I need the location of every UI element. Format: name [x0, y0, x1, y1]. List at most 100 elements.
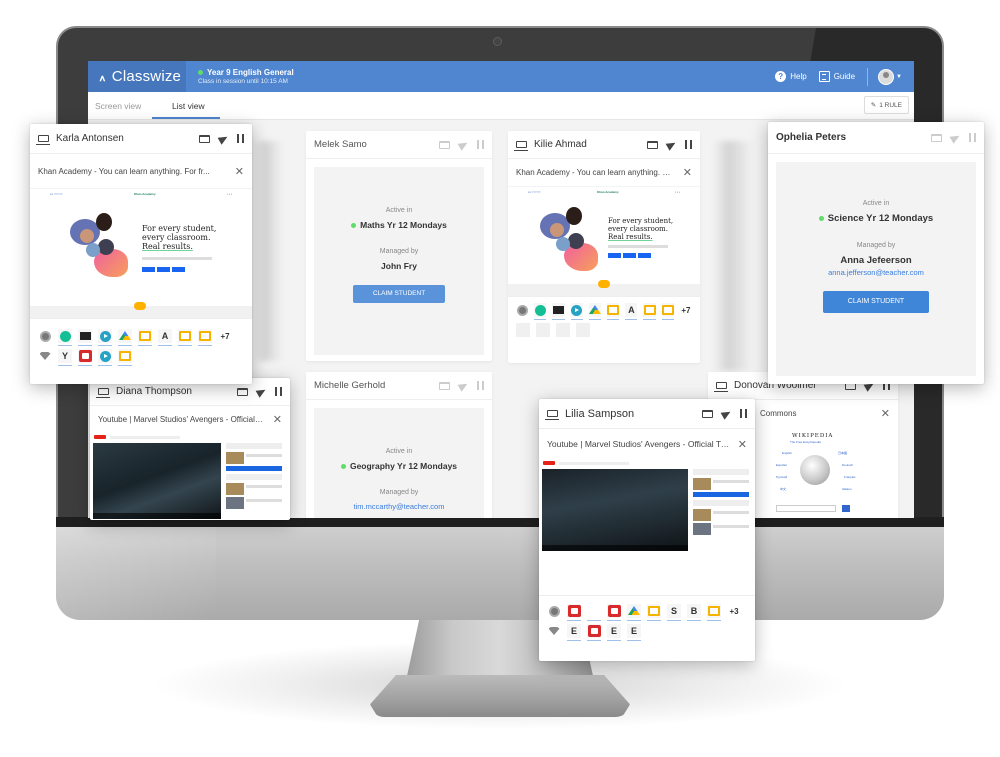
manager-email[interactable]: tim.mccarthy@teacher.com: [314, 502, 484, 511]
film-icon[interactable]: [552, 303, 565, 320]
active-tab-title[interactable]: Youtube | Marvel Studios' Avengers - Off…: [547, 439, 730, 449]
active-tab-title[interactable]: Youtube | Marvel Studios' Avengers - Off…: [98, 415, 265, 424]
view-screen-icon[interactable]: [931, 133, 942, 142]
letter-s-icon[interactable]: S: [667, 604, 681, 621]
screen-thumbnail[interactable]: ▪▪▪ ▭▭▭ Khan Academy ▪ ▪ ▪ For every stude…: [30, 188, 252, 318]
active-tab-title[interactable]: Khan Academy - You can learn anything. F…: [38, 167, 227, 176]
view-screen-icon[interactable]: [702, 409, 713, 418]
send-message-icon[interactable]: [665, 138, 678, 151]
video-player[interactable]: [542, 469, 688, 551]
claim-student-button[interactable]: CLAIM STUDENT: [823, 291, 929, 313]
video-player[interactable]: [93, 443, 221, 519]
youtube-icon[interactable]: [607, 604, 621, 621]
screen-thumbnail[interactable]: [539, 459, 755, 559]
tab-list-view[interactable]: List view: [172, 101, 205, 111]
active-tab-title[interactable]: Khan Academy - You can learn anything. F…: [516, 168, 675, 177]
google-drive-icon[interactable]: [588, 303, 602, 320]
send-message-icon[interactable]: [949, 131, 962, 144]
pause-icon[interactable]: [477, 140, 484, 149]
screen-thumbnail[interactable]: [90, 433, 290, 519]
send-message-icon[interactable]: [457, 379, 470, 392]
tab-screen-view[interactable]: Screen view: [95, 101, 141, 111]
student-card-lilia-sampson[interactable]: Lilia Sampson Youtube | Marvel Studios' …: [539, 399, 755, 661]
claim-student-button[interactable]: CLAIM STUDENT: [353, 285, 445, 303]
view-screen-icon[interactable]: [439, 140, 450, 149]
youtube-icon[interactable]: [587, 624, 601, 641]
screen-thumbnail[interactable]: ▪▪▪ ▭▭▭ Khan Academy ▪ ▪ ▪ For every stude…: [508, 186, 700, 296]
student-card-michelle-gerhold[interactable]: Michelle Gerhold Active in Geography Yr …: [306, 372, 492, 518]
more-apps-count[interactable]: +7: [218, 329, 232, 343]
user-avatar-button[interactable]: [878, 68, 895, 85]
manager-email[interactable]: anna.jefferson@teacher.com: [776, 268, 976, 277]
help-button[interactable]: ? Help: [775, 71, 807, 82]
guide-button[interactable]: Guide: [818, 71, 855, 82]
pause-icon[interactable]: [477, 381, 484, 390]
chevron-down-icon[interactable]: ▼: [896, 74, 902, 80]
letter-a-icon[interactable]: A: [158, 329, 172, 346]
letter-y-icon[interactable]: Y: [58, 349, 72, 366]
send-message-icon[interactable]: [255, 385, 268, 398]
play-icon[interactable]: [98, 329, 112, 346]
help-icon: ?: [775, 71, 787, 82]
close-tab-icon[interactable]: ✕: [881, 407, 890, 420]
google-slides-icon[interactable]: [198, 329, 212, 346]
google-slides-icon[interactable]: [178, 329, 192, 346]
wiki-search-button[interactable]: [842, 505, 850, 512]
google-slides-icon[interactable]: [647, 604, 661, 621]
letter-e-icon[interactable]: E: [607, 624, 621, 641]
brand[interactable]: ꘍ Classwize: [88, 61, 186, 92]
film-icon[interactable]: [78, 329, 92, 346]
pause-icon[interactable]: [740, 409, 747, 418]
google-slides-icon[interactable]: [707, 604, 721, 621]
close-tab-icon[interactable]: ✕: [683, 166, 692, 179]
view-screen-icon[interactable]: [647, 140, 658, 149]
play-icon[interactable]: [570, 303, 584, 320]
session-info[interactable]: Year 9 English General Class in session …: [198, 68, 294, 85]
student-card-ophelia-peters[interactable]: Ophelia Peters Active in Science Yr 12 M…: [768, 122, 984, 384]
play-icon[interactable]: [98, 349, 112, 366]
google-slides-icon[interactable]: [607, 303, 620, 320]
student-card-kilie-ahmad[interactable]: Kilie Ahmad Khan Academy - You can learn…: [508, 131, 700, 363]
view-screen-icon[interactable]: [439, 381, 450, 390]
close-tab-icon[interactable]: ✕: [738, 438, 747, 451]
khan-academy-icon[interactable]: [58, 329, 72, 346]
khan-headline-2: every classroom.: [608, 225, 668, 233]
letter-e-icon[interactable]: E: [567, 624, 581, 641]
active-tab-title[interactable]: Commons: [760, 409, 873, 418]
google-slides-icon[interactable]: [643, 303, 656, 320]
close-tab-icon[interactable]: ✕: [235, 165, 244, 178]
letter-b-icon[interactable]: B: [687, 604, 701, 621]
pause-icon[interactable]: [969, 133, 976, 142]
pause-icon[interactable]: [275, 387, 282, 396]
student-card-karla-antonsen[interactable]: Karla Antonsen Khan Academy - You can le…: [30, 124, 252, 384]
letter-e-icon[interactable]: E: [627, 624, 641, 641]
send-message-icon[interactable]: [457, 138, 470, 151]
wiki-search-input[interactable]: [776, 505, 836, 512]
youtube-icon[interactable]: [78, 349, 92, 366]
student-card-diana-thompson[interactable]: Diana Thompson Youtube | Marvel Studios'…: [90, 378, 290, 520]
google-drive-icon[interactable]: [627, 604, 641, 621]
letter-a-icon[interactable]: A: [625, 303, 638, 320]
close-tab-icon[interactable]: ✕: [273, 413, 282, 426]
blank-app-icon[interactable]: [587, 604, 601, 621]
student-card-melek-samo[interactable]: Melek Samo Active in Maths Yr 12 Mondays…: [306, 131, 492, 361]
send-message-icon[interactable]: [720, 407, 733, 420]
app-icons: S B +3 E E E: [539, 595, 755, 648]
youtube-icon[interactable]: [567, 604, 581, 621]
more-apps-count[interactable]: +7: [680, 303, 692, 317]
rules-button[interactable]: ✎ 1 RULE: [863, 96, 909, 114]
khan-academy-icon[interactable]: [534, 303, 547, 320]
view-screen-icon[interactable]: [199, 134, 210, 143]
google-drive-icon[interactable]: [118, 329, 132, 346]
google-slides-icon[interactable]: [118, 349, 132, 366]
google-slides-icon[interactable]: [661, 303, 675, 320]
send-message-icon[interactable]: [217, 132, 230, 145]
laptop-icon: [514, 141, 528, 151]
view-screen-icon[interactable]: [237, 387, 248, 396]
placeholder-icon: [516, 323, 530, 337]
wifi-icon: [38, 349, 52, 363]
pause-icon[interactable]: [237, 134, 244, 143]
more-apps-count[interactable]: +3: [727, 604, 741, 618]
google-slides-icon[interactable]: [138, 329, 152, 346]
pause-icon[interactable]: [685, 140, 692, 149]
